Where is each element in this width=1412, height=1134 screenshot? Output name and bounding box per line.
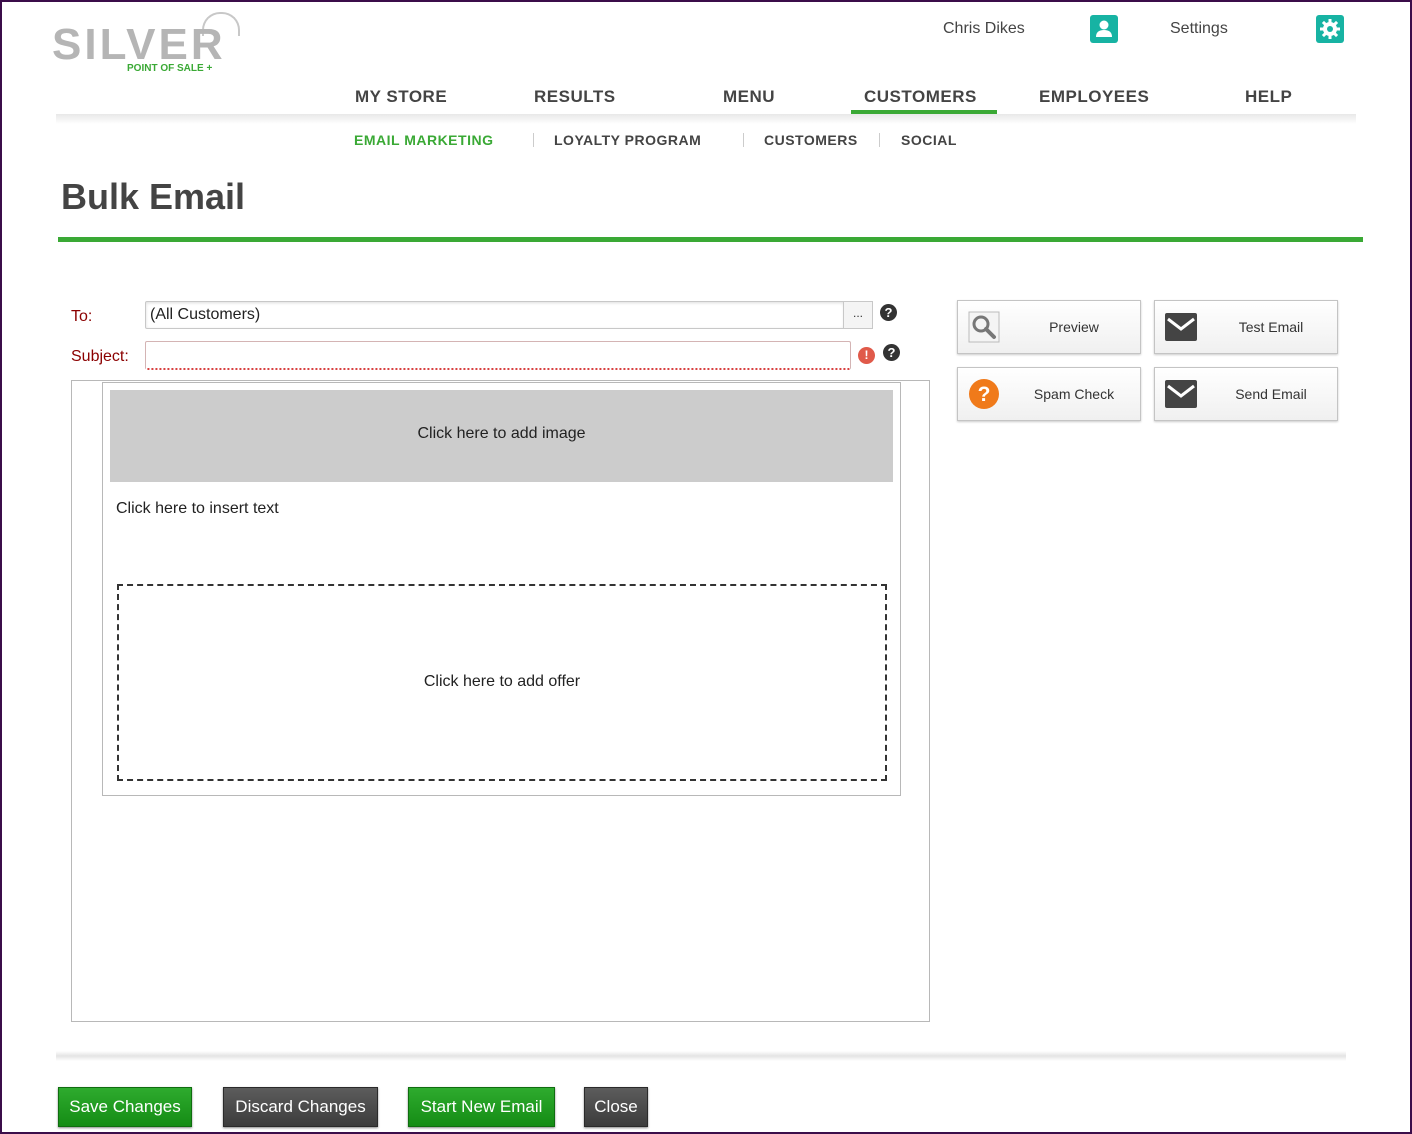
logo-tagline: POINT OF SALE + (127, 63, 213, 74)
subnav-separator (879, 133, 880, 147)
nav-menu[interactable]: MENU (723, 87, 775, 107)
user-name[interactable]: Chris Dikes (943, 20, 1025, 38)
settings-link[interactable]: Settings (1170, 20, 1228, 38)
nav-divider (56, 114, 1356, 124)
insert-text-placeholder[interactable]: Click here to insert text (116, 500, 279, 518)
error-icon: ! (858, 347, 875, 364)
start-new-email-button[interactable]: Start New Email (408, 1087, 555, 1127)
preview-button[interactable]: Preview (957, 300, 1141, 354)
discard-changes-button[interactable]: Discard Changes (223, 1087, 378, 1127)
close-button[interactable]: Close (584, 1087, 648, 1127)
subject-field[interactable] (145, 341, 851, 370)
send-email-button[interactable]: Send Email (1154, 367, 1338, 421)
subnav-separator (743, 133, 744, 147)
test-email-button[interactable]: Test Email (1154, 300, 1338, 354)
nav-help[interactable]: HELP (1245, 87, 1292, 107)
footer-divider (56, 1051, 1346, 1061)
test-email-label: Test Email (1238, 319, 1304, 335)
add-image-placeholder[interactable]: Click here to add image (110, 390, 893, 482)
subject-label: Subject: (71, 348, 129, 365)
subnav-separator (533, 133, 534, 147)
envelope-icon (1165, 378, 1197, 410)
nav-customers[interactable]: CUSTOMERS (864, 87, 977, 107)
save-changes-button[interactable]: Save Changes (58, 1087, 192, 1127)
to-label: To: (71, 308, 93, 325)
search-icon (968, 311, 1000, 343)
browse-recipients-button[interactable]: ... (843, 301, 873, 329)
question-circle-icon: ? (968, 378, 1000, 410)
send-email-label: Send Email (1235, 386, 1307, 402)
help-icon[interactable]: ? (883, 344, 900, 361)
nav-results[interactable]: RESULTS (534, 87, 616, 107)
subnav-email-marketing[interactable]: EMAIL MARKETING (354, 132, 493, 148)
help-icon[interactable]: ? (880, 304, 897, 321)
gear-icon[interactable] (1316, 15, 1344, 43)
spam-check-label: Spam Check (1033, 386, 1115, 402)
subnav-loyalty-program[interactable]: LOYALTY PROGRAM (554, 132, 701, 148)
svg-text:?: ? (978, 383, 991, 406)
subnav-customers[interactable]: CUSTOMERS (764, 132, 858, 148)
title-divider (58, 237, 1363, 242)
silver-logo[interactable]: SILVER POINT OF SALE + (52, 12, 240, 78)
nav-my-store[interactable]: MY STORE (355, 87, 447, 107)
to-field[interactable]: (All Customers) (145, 301, 845, 329)
subnav-social[interactable]: SOCIAL (901, 132, 957, 148)
page-title: Bulk Email (61, 176, 246, 217)
user-icon[interactable] (1090, 15, 1118, 43)
preview-label: Preview (1049, 319, 1099, 335)
nav-employees[interactable]: EMPLOYEES (1039, 87, 1149, 107)
add-offer-placeholder[interactable]: Click here to add offer (117, 584, 887, 781)
spam-check-button[interactable]: ? Spam Check (957, 367, 1141, 421)
envelope-icon (1165, 311, 1197, 343)
